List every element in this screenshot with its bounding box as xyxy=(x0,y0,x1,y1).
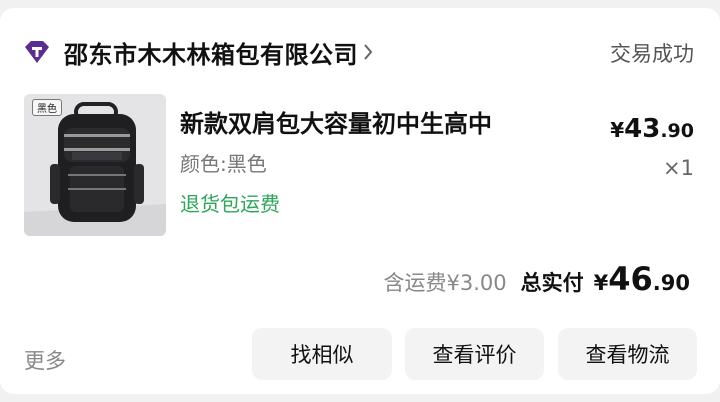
shop-name[interactable]: 邵东市木木林箱包有限公司 xyxy=(64,35,358,70)
unit-price: ¥43.90 xyxy=(610,114,694,144)
shipping-fee: 含运费¥3.00 xyxy=(383,271,507,295)
store-logo-icon xyxy=(22,37,52,67)
shop-header[interactable]: 邵东市木木林箱包有限公司 xyxy=(22,34,374,70)
product-image[interactable]: 黑色 xyxy=(24,94,166,236)
total-currency: ¥ xyxy=(593,271,609,295)
order-status: 交易成功 xyxy=(610,42,694,66)
free-return-shipping-tag: 退货包运费 xyxy=(180,192,280,216)
total-integer: 46 xyxy=(608,260,653,298)
chevron-right-icon[interactable] xyxy=(362,42,374,62)
image-color-tag: 黑色 xyxy=(32,99,62,116)
product-title[interactable]: 新款双肩包大容量初中生高中 xyxy=(180,104,492,139)
price-currency: ¥ xyxy=(610,118,625,142)
more-button[interactable]: 更多 xyxy=(24,345,66,375)
price-integer: 43 xyxy=(624,114,661,144)
total-decimal: .90 xyxy=(652,271,690,295)
product-spec: 颜色:黑色 xyxy=(180,152,267,176)
view-review-button[interactable]: 查看评价 xyxy=(405,328,544,380)
order-total: 含运费¥3.00 总实付 ¥46.90 xyxy=(384,260,690,298)
view-logistics-button[interactable]: 查看物流 xyxy=(558,328,697,380)
find-similar-button[interactable]: 找相似 xyxy=(252,328,392,380)
order-card: 邵东市木木林箱包有限公司 交易成功 黑色 新款双肩包大容量初中生高中 颜色:黑色… xyxy=(0,8,720,394)
quantity: ×1 xyxy=(663,156,694,180)
price-decimal: .90 xyxy=(660,120,694,142)
total-paid-label: 总实付 xyxy=(520,271,584,295)
